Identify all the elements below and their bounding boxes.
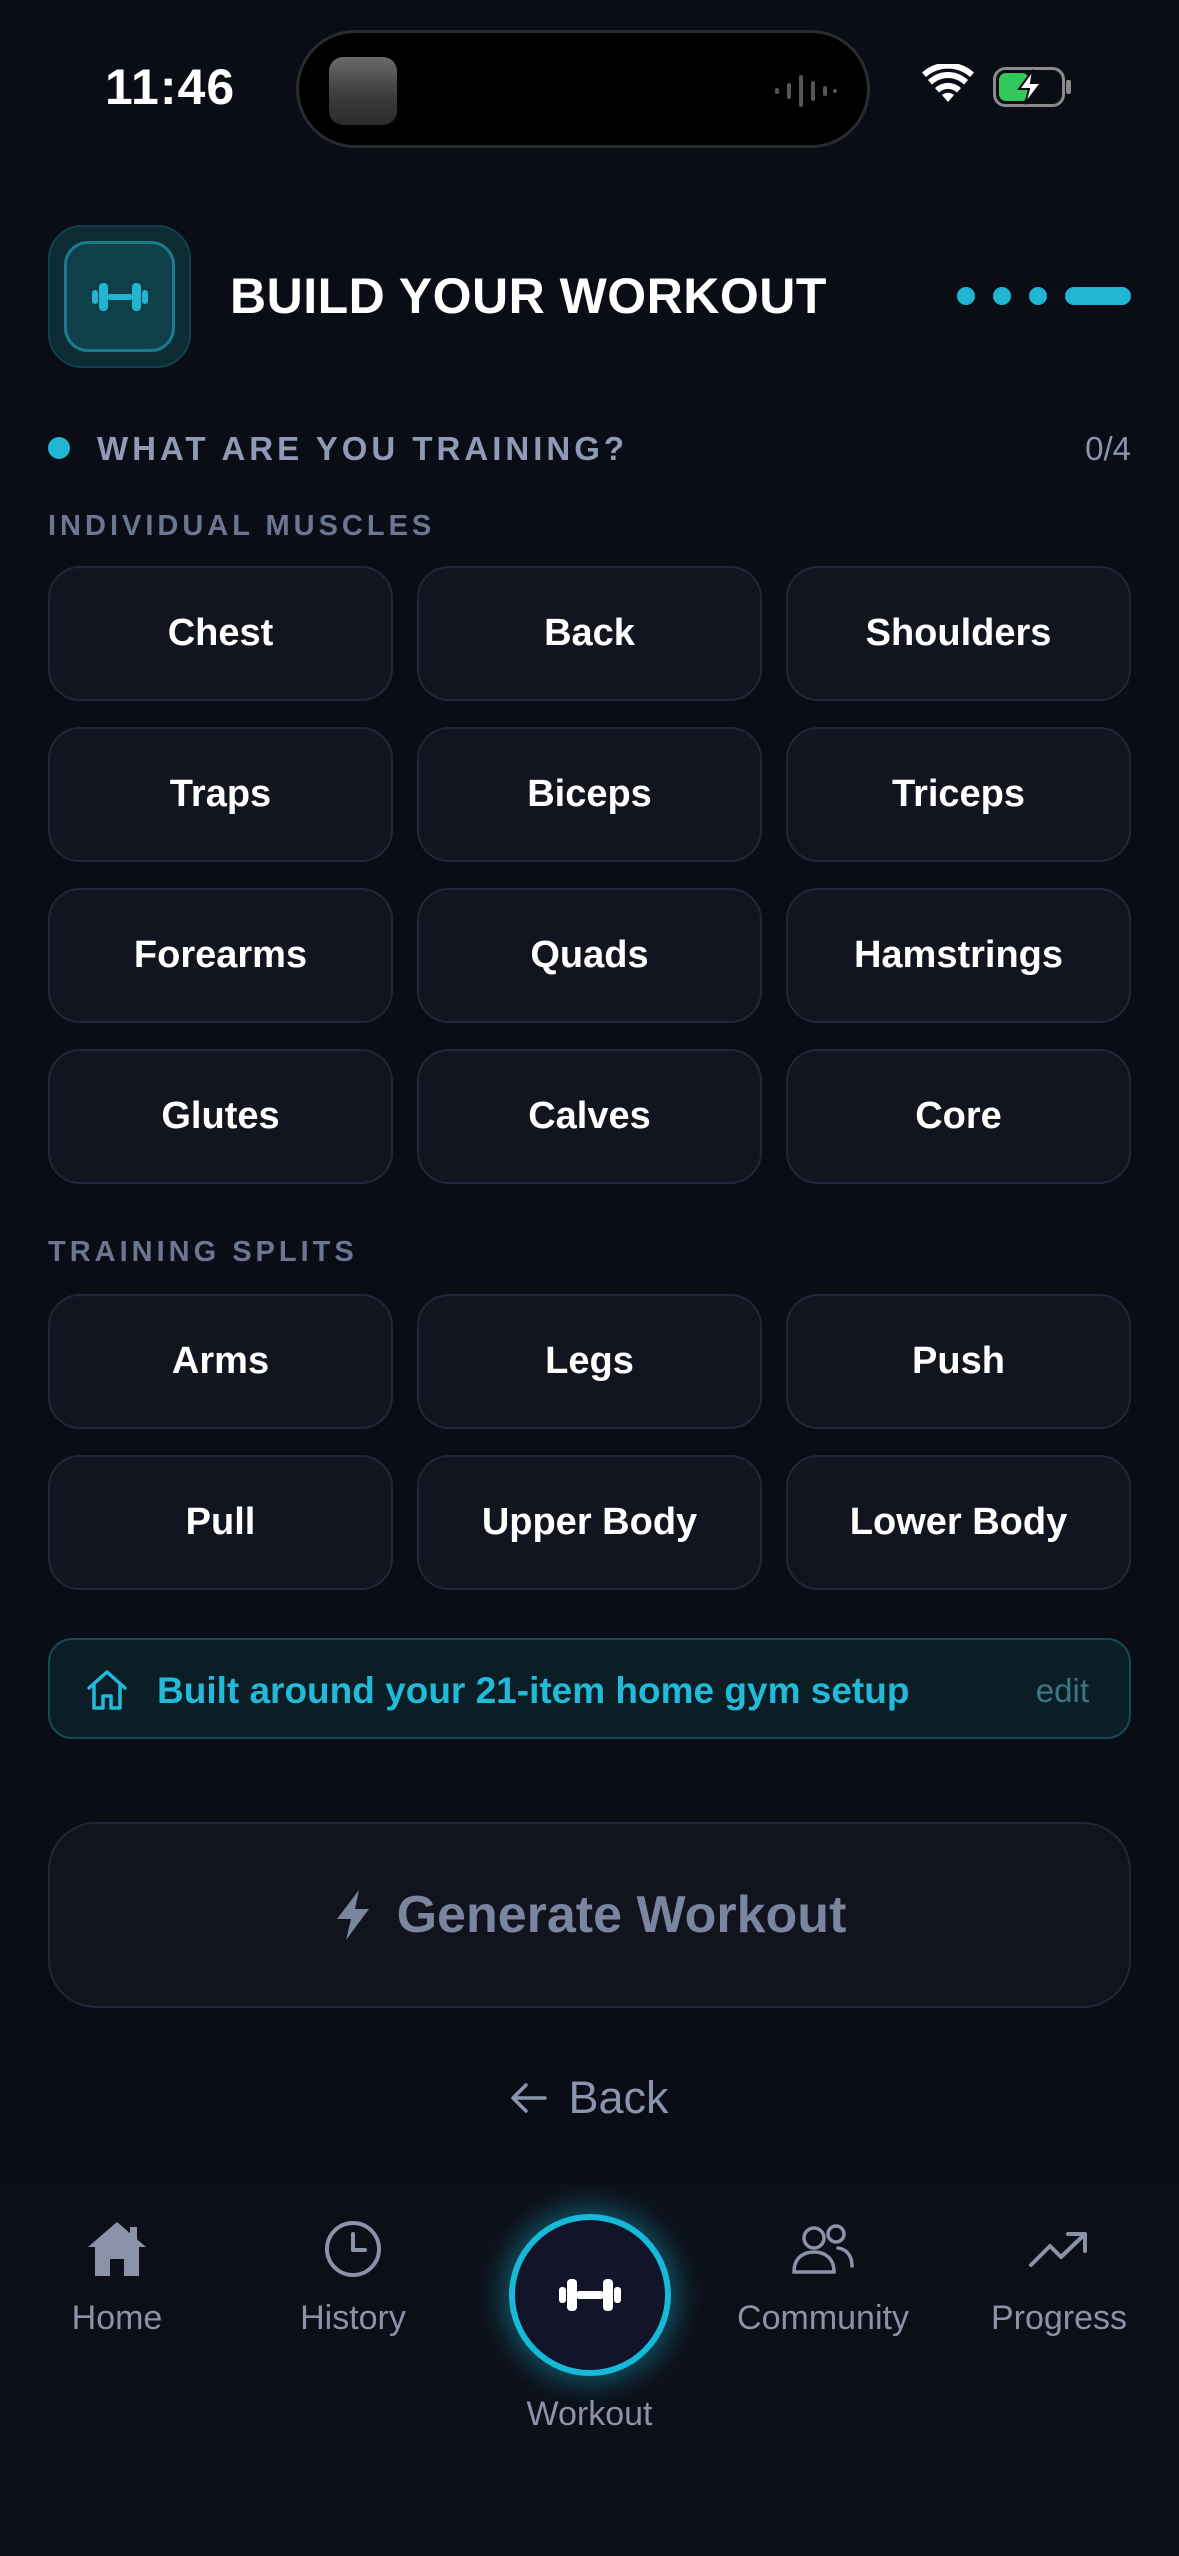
section-label: WHAT ARE YOU TRAINING? [97, 430, 629, 467]
split-chip-upper-body[interactable]: Upper Body [417, 1455, 762, 1590]
muscle-chip-traps[interactable]: Traps [48, 727, 393, 862]
back-button[interactable]: Back [0, 2072, 1179, 2124]
audio-waveform-icon [775, 75, 837, 107]
muscle-chip-shoulders[interactable]: Shoulders [786, 566, 1131, 701]
tab-workout[interactable] [509, 2214, 671, 2376]
app-icon [48, 225, 191, 368]
tab-history-label: History [300, 2299, 406, 2337]
wifi-icon [922, 64, 974, 102]
muscle-chip-quads[interactable]: Quads [417, 888, 762, 1023]
dumbbell-icon [91, 282, 148, 311]
step-indicator [957, 287, 1131, 305]
tab-history[interactable]: History [238, 2213, 468, 2338]
section-bullet-icon [48, 437, 70, 459]
tab-progress-label: Progress [990, 2299, 1128, 2337]
home-gym-text: Built around your 21-item home gym setup [157, 1670, 910, 1711]
arrow-left-icon [511, 2083, 548, 2113]
step-dot [993, 287, 1011, 305]
step-dot [957, 287, 975, 305]
muscles-group-label: INDIVIDUAL MUSCLES [48, 510, 436, 542]
tab-workout-label: Workout [526, 2395, 653, 2433]
generate-workout-button[interactable]: Generate Workout [48, 1822, 1131, 2008]
back-label: Back [568, 2072, 669, 2123]
split-chip-legs[interactable]: Legs [417, 1294, 762, 1429]
status-bar: 11:46 [0, 0, 1179, 170]
split-chip-push[interactable]: Push [786, 1294, 1131, 1429]
step-dot [1029, 287, 1047, 305]
dynamic-island[interactable] [296, 30, 870, 148]
split-chip-pull[interactable]: Pull [48, 1455, 393, 1590]
selection-count: 0/4 [1085, 430, 1131, 467]
now-playing-thumbnail [329, 57, 397, 125]
muscle-chip-glutes[interactable]: Glutes [48, 1049, 393, 1184]
tab-progress[interactable]: Progress [944, 2213, 1174, 2338]
edit-home-gym-link[interactable]: edit [1036, 1672, 1089, 1710]
battery-charging-icon [993, 67, 1071, 107]
page-title: BUILD YOUR WORKOUT [230, 268, 827, 324]
bottom-tab-bar: Home History Workout Community Progress [0, 2183, 1179, 2556]
lightning-icon [336, 1890, 369, 1940]
clock-icon [325, 2221, 381, 2277]
muscle-chip-core[interactable]: Core [786, 1049, 1131, 1184]
muscle-chip-calves[interactable]: Calves [417, 1049, 762, 1184]
dumbbell-icon [559, 2279, 621, 2311]
tab-home-label: Home [71, 2299, 163, 2337]
split-chip-arms[interactable]: Arms [48, 1294, 393, 1429]
page-header: BUILD YOUR WORKOUT [48, 225, 1131, 368]
muscle-chip-forearms[interactable]: Forearms [48, 888, 393, 1023]
muscle-chip-biceps[interactable]: Biceps [417, 727, 762, 862]
generate-workout-label: Generate Workout [396, 1886, 847, 1944]
muscle-chip-triceps[interactable]: Triceps [786, 727, 1131, 862]
people-icon [792, 2224, 854, 2274]
split-chip-lower-body[interactable]: Lower Body [786, 1455, 1131, 1590]
home-gym-banner: Built around your 21-item home gym setup… [48, 1638, 1131, 1739]
muscle-chip-chest[interactable]: Chest [48, 566, 393, 701]
splits-group-label: TRAINING SPLITS [48, 1236, 358, 1268]
tab-community-label: Community [737, 2299, 909, 2337]
muscle-chip-hamstrings[interactable]: Hamstrings [786, 888, 1131, 1023]
home-icon [88, 2222, 146, 2276]
tab-community[interactable]: Community [708, 2213, 938, 2338]
section-heading: WHAT ARE YOU TRAINING? 0/4 [48, 428, 1131, 468]
status-time: 11:46 [105, 59, 236, 115]
home-outline-icon [87, 1670, 127, 1710]
tab-home[interactable]: Home [2, 2213, 232, 2338]
trending-up-icon [1029, 2232, 1087, 2267]
muscle-chip-back[interactable]: Back [417, 566, 762, 701]
step-dot-active [1065, 287, 1131, 305]
